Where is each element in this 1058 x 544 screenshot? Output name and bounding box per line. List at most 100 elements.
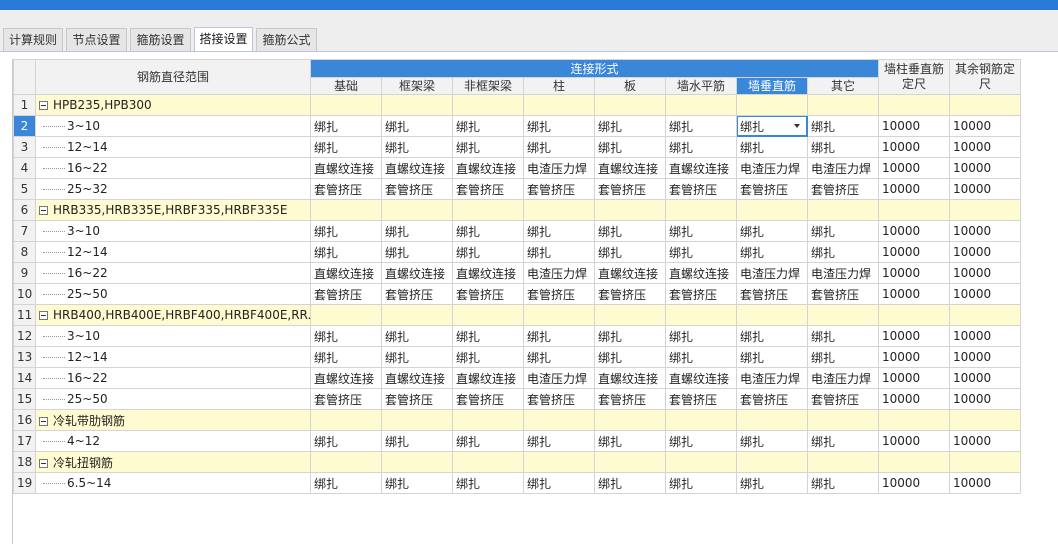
connection-type-cell[interactable]: 直螺纹连接 xyxy=(381,367,453,389)
connection-type-cell[interactable]: 绑扎 xyxy=(594,136,666,158)
column-header-foundation[interactable]: 基础 xyxy=(310,77,382,95)
group-row[interactable]: 16 冷轧带肋钢筋 xyxy=(13,409,1022,431)
connection-type-cell[interactable]: 绑扎 xyxy=(736,241,808,263)
diameter-range-cell[interactable]: 12~14 xyxy=(35,241,311,263)
connection-type-cell[interactable] xyxy=(452,304,524,326)
steel-grade-name[interactable]: HRB335,HRB335E,HRBF335,HRBF335E xyxy=(35,199,311,221)
table-row[interactable]: 13 12~14 绑扎 绑扎 绑扎 绑扎 绑扎 绑扎 绑扎 绑扎 10000 10000 xyxy=(13,346,1022,368)
connection-type-cell[interactable]: 直螺纹连接 xyxy=(310,367,382,389)
other-length-cell[interactable]: 10000 xyxy=(949,262,1022,284)
row-number[interactable]: 17 xyxy=(13,430,36,452)
connection-type-cell[interactable] xyxy=(381,409,453,431)
connection-type-cell[interactable] xyxy=(806,94,880,116)
other-length-cell[interactable]: 10000 xyxy=(949,136,1022,158)
connection-type-cell[interactable]: 绑扎 xyxy=(452,325,524,347)
connection-type-cell[interactable]: 套管挤压 xyxy=(452,178,524,200)
connection-type-cell[interactable]: 绑扎 xyxy=(523,472,595,494)
other-length-cell[interactable]: 10000 xyxy=(949,115,1022,137)
other-length-cell[interactable]: 10000 xyxy=(949,283,1022,305)
connection-type-cell[interactable] xyxy=(310,409,382,431)
connection-type-cell[interactable] xyxy=(310,451,382,473)
connection-type-cell[interactable]: 套管挤压 xyxy=(736,283,808,305)
row-number[interactable]: 19 xyxy=(13,472,36,494)
wall-column-length-cell[interactable]: 10000 xyxy=(878,325,951,347)
other-length-cell[interactable]: 10000 xyxy=(949,388,1022,410)
connection-type-cell[interactable]: 套管挤压 xyxy=(806,178,880,200)
table-row[interactable]: 3 12~14 绑扎 绑扎 绑扎 绑扎 绑扎 绑扎 绑扎 绑扎 10000 10000 xyxy=(13,136,1022,158)
connection-type-cell[interactable]: 套管挤压 xyxy=(310,178,382,200)
other-length-cell[interactable]: 10000 xyxy=(949,241,1022,263)
tab-stirrup-settings[interactable]: 箍筋设置 xyxy=(130,28,191,51)
connection-type-cell[interactable] xyxy=(806,409,880,431)
connection-type-cell[interactable]: 绑扎 xyxy=(736,325,808,347)
other-length-cell[interactable]: 10000 xyxy=(949,367,1022,389)
table-row[interactable]: 5 25~32 套管挤压 套管挤压 套管挤压 套管挤压 套管挤压 套管挤压 套管挤压 套管挤压 10… xyxy=(13,178,1022,200)
dropdown-arrow-icon[interactable] xyxy=(794,124,800,128)
connection-type-cell[interactable]: 绑扎 xyxy=(523,115,595,137)
connection-type-cell[interactable]: 绑扎 xyxy=(665,346,737,368)
diameter-range-cell[interactable]: 4~12 xyxy=(35,430,311,452)
wall-column-length-cell[interactable]: 10000 xyxy=(878,220,951,242)
table-row[interactable]: 8 12~14 绑扎 绑扎 绑扎 绑扎 绑扎 绑扎 绑扎 绑扎 10000 10000 xyxy=(13,241,1022,263)
group-row[interactable]: 11 HRB400,HRB400E,HRBF400,HRBF400E,RR... xyxy=(13,304,1022,326)
row-number[interactable]: 11 xyxy=(13,304,36,326)
connection-type-cell[interactable]: 绑扎 xyxy=(310,115,382,137)
connection-type-cell[interactable]: 绑扎 xyxy=(806,115,880,137)
collapse-icon[interactable] xyxy=(39,311,48,320)
connection-type-cell[interactable]: 套管挤压 xyxy=(523,178,595,200)
other-length-cell[interactable]: 10000 xyxy=(949,472,1022,494)
column-header-wall-horizontal[interactable]: 墙水平筋 xyxy=(665,77,737,95)
connection-type-cell[interactable]: 直螺纹连接 xyxy=(594,367,666,389)
connection-type-cell[interactable]: 直螺纹连接 xyxy=(310,157,382,179)
column-header-wall-column-length[interactable]: 墙柱垂直筋定尺 xyxy=(878,59,951,95)
connection-type-cell[interactable] xyxy=(594,409,666,431)
connection-type-cell[interactable]: 绑扎 xyxy=(523,220,595,242)
connection-type-cell[interactable]: 电渣压力焊 xyxy=(806,367,880,389)
wall-column-length-cell[interactable]: 10000 xyxy=(878,157,951,179)
wall-column-length-cell[interactable]: 10000 xyxy=(878,346,951,368)
connection-type-cell[interactable]: 套管挤压 xyxy=(310,388,382,410)
connection-type-cell[interactable]: 绑扎 xyxy=(736,472,808,494)
connection-type-cell[interactable]: 绑扎 xyxy=(310,220,382,242)
connection-type-cell[interactable]: 绑扎 xyxy=(806,325,880,347)
connection-type-cell[interactable]: 绑扎 xyxy=(452,220,524,242)
diameter-range-cell[interactable]: 16~22 xyxy=(35,367,311,389)
connection-type-cell[interactable]: 绑扎 xyxy=(594,115,666,137)
connection-type-cell[interactable]: 绑扎 xyxy=(665,472,737,494)
connection-type-cell[interactable]: 电渣压力焊 xyxy=(806,157,880,179)
connection-type-cell[interactable]: 直螺纹连接 xyxy=(452,157,524,179)
table-row[interactable]: 4 16~22 直螺纹连接 直螺纹连接 直螺纹连接 电渣压力焊 直螺纹连接 直螺纹连接 电渣压力… xyxy=(13,157,1022,179)
other-length-cell[interactable] xyxy=(949,409,1022,431)
connection-type-cell[interactable] xyxy=(736,304,808,326)
connection-type-cell[interactable]: 绑扎 xyxy=(523,241,595,263)
connection-type-cell[interactable]: 绑扎 xyxy=(523,430,595,452)
wall-column-length-cell[interactable] xyxy=(878,94,951,116)
diameter-range-cell[interactable]: 6.5~14 xyxy=(35,472,311,494)
connection-type-cell[interactable] xyxy=(736,451,808,473)
column-group-connection-type[interactable]: 连接形式 xyxy=(309,59,880,78)
group-row[interactable]: 18 冷轧扭钢筋 xyxy=(13,451,1022,473)
connection-type-cell[interactable] xyxy=(736,199,808,221)
other-length-cell[interactable]: 10000 xyxy=(949,220,1022,242)
connection-type-cell[interactable]: 绑扎 xyxy=(806,472,880,494)
collapse-icon[interactable] xyxy=(39,416,48,426)
column-header-frame-beam[interactable]: 框架梁 xyxy=(381,77,453,95)
connection-type-cell[interactable] xyxy=(310,94,382,116)
connection-type-cell[interactable]: 套管挤压 xyxy=(523,283,595,305)
connection-type-cell[interactable]: 套管挤压 xyxy=(806,283,880,305)
column-header-non-frame-beam[interactable]: 非框架梁 xyxy=(452,77,524,95)
connection-type-cell[interactable]: 绑扎 xyxy=(736,220,808,242)
connection-type-cell[interactable]: 电渣压力焊 xyxy=(806,262,880,284)
connection-type-cell[interactable]: 绑扎 xyxy=(665,430,737,452)
connection-type-cell[interactable]: 绑扎 xyxy=(381,115,453,137)
wall-column-length-cell[interactable]: 10000 xyxy=(878,472,951,494)
other-length-cell[interactable]: 10000 xyxy=(949,346,1022,368)
connection-type-cell[interactable] xyxy=(665,304,737,326)
table-row[interactable]: 19 6.5~14 绑扎 绑扎 绑扎 绑扎 绑扎 绑扎 绑扎 绑扎 10000 10000 xyxy=(13,472,1022,494)
connection-type-cell[interactable]: 直螺纹连接 xyxy=(594,262,666,284)
connection-type-cell[interactable] xyxy=(736,409,808,431)
connection-type-cell[interactable]: 套管挤压 xyxy=(594,388,666,410)
connection-type-cell[interactable]: 绑扎 xyxy=(806,220,880,242)
connection-type-cell[interactable]: 套管挤压 xyxy=(736,178,808,200)
connection-type-cell[interactable]: 套管挤压 xyxy=(310,283,382,305)
